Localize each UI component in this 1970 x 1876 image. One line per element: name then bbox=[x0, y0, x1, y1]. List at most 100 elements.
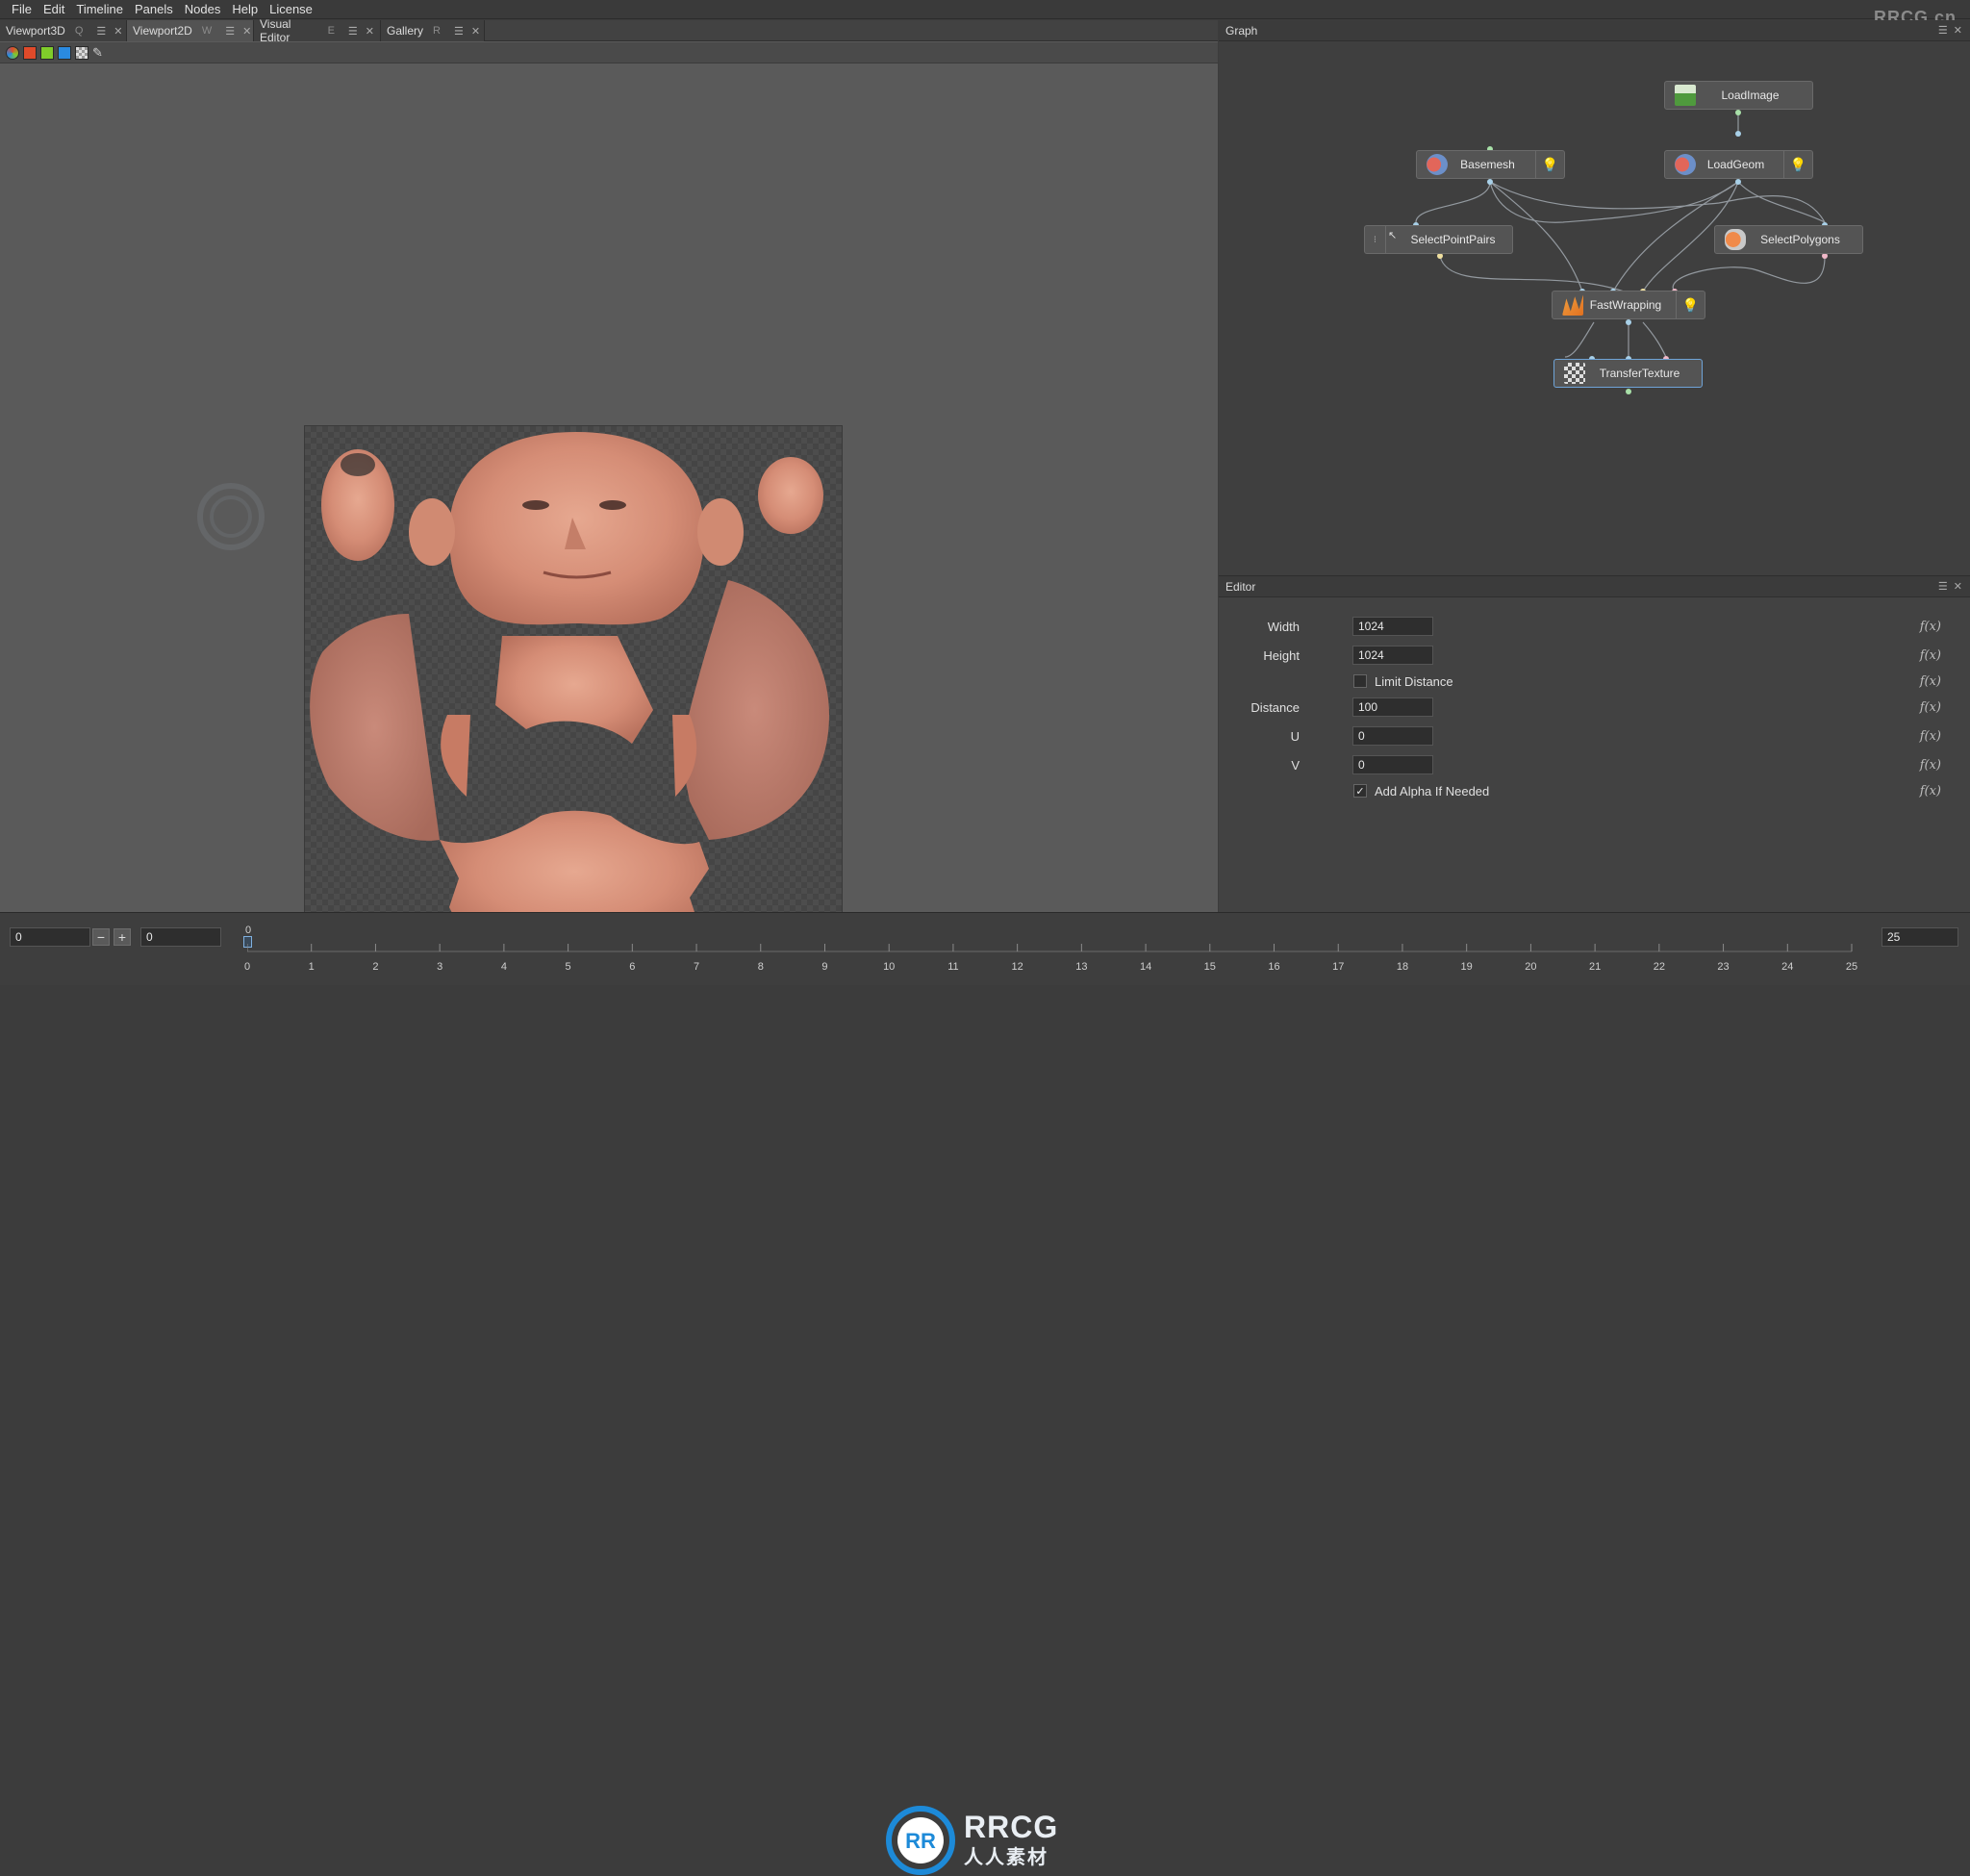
end-frame-input[interactable]: 25 bbox=[1882, 927, 1958, 947]
distance-row: Distance 100 f(x) bbox=[1219, 696, 1970, 719]
tab-menu-icon[interactable]: ☰ bbox=[225, 25, 235, 38]
add-alpha-checkbox[interactable]: ✓ bbox=[1353, 784, 1367, 798]
menu-file[interactable]: File bbox=[6, 2, 38, 16]
node-select-point-pairs[interactable]: ⁝ ↖ SelectPointPairs bbox=[1364, 225, 1513, 254]
close-icon[interactable]: ✕ bbox=[114, 25, 122, 38]
viewport-2d-canvas[interactable] bbox=[0, 64, 1218, 964]
watermark-logo bbox=[197, 483, 265, 550]
width-input[interactable]: 1024 bbox=[1352, 617, 1433, 636]
tab-menu-icon[interactable]: ☰ bbox=[96, 25, 106, 38]
ruler-tick-label: 6 bbox=[629, 961, 636, 973]
v-input[interactable]: 0 bbox=[1352, 755, 1433, 774]
visibility-bulb-icon[interactable]: 💡 bbox=[1535, 151, 1564, 178]
height-input[interactable]: 1024 bbox=[1352, 646, 1433, 665]
distance-label: Distance bbox=[1250, 699, 1300, 715]
menu-timeline[interactable]: Timeline bbox=[70, 2, 129, 16]
uv-texture-map bbox=[310, 432, 829, 946]
node-transfer-texture[interactable]: TransferTexture bbox=[1553, 359, 1703, 388]
fx-icon[interactable]: f(x) bbox=[1920, 729, 1941, 744]
tab-menu-icon[interactable]: ☰ bbox=[348, 25, 358, 38]
watermark-sub: 人人素材 bbox=[964, 1846, 1048, 1868]
polygon-select-icon bbox=[1725, 229, 1746, 250]
image-icon bbox=[1675, 85, 1696, 106]
panel-menu-icon[interactable]: ☰ bbox=[1938, 580, 1948, 593]
tab-menu-icon[interactable]: ☰ bbox=[454, 25, 464, 38]
fx-icon[interactable]: f(x) bbox=[1920, 674, 1941, 689]
close-icon[interactable]: ✕ bbox=[242, 25, 251, 38]
tab-viewport3d[interactable]: Viewport3D Q ☰ ✕ bbox=[0, 20, 127, 41]
close-icon[interactable]: ✕ bbox=[366, 25, 374, 38]
v-label: V bbox=[1291, 757, 1300, 773]
ruler-tick-label: 7 bbox=[693, 961, 700, 973]
tab-visual-editor[interactable]: Visual Editor E ☰ ✕ bbox=[254, 17, 381, 44]
ruler-tick-label: 9 bbox=[821, 961, 828, 973]
node-select-polygons[interactable]: SelectPolygons bbox=[1714, 225, 1863, 254]
node-load-geom[interactable]: LoadGeom 💡 bbox=[1664, 150, 1813, 179]
menu-help[interactable]: Help bbox=[226, 2, 264, 16]
u-label: U bbox=[1290, 728, 1300, 744]
ruler-tick-label: 23 bbox=[1717, 961, 1730, 973]
green-channel-button[interactable] bbox=[40, 45, 54, 60]
u-input[interactable]: 0 bbox=[1352, 726, 1433, 746]
fx-icon[interactable]: f(x) bbox=[1920, 784, 1941, 799]
node-label: SelectPointPairs bbox=[1410, 233, 1496, 246]
tab-viewport2d[interactable]: Viewport2D W ☰ ✕ bbox=[127, 20, 254, 41]
ruler-tick-label: 18 bbox=[1396, 961, 1409, 973]
node-label: SelectPolygons bbox=[1760, 233, 1840, 246]
menu-nodes[interactable]: Nodes bbox=[179, 2, 227, 16]
distance-input[interactable]: 100 bbox=[1352, 697, 1433, 717]
fx-icon[interactable]: f(x) bbox=[1920, 648, 1941, 663]
channel-rgb-icon[interactable] bbox=[6, 45, 19, 60]
ruler-tick-label: 1 bbox=[308, 961, 315, 973]
visibility-bulb-icon[interactable]: 💡 bbox=[1676, 292, 1705, 318]
node-label: Basemesh bbox=[1460, 158, 1515, 171]
node-fast-wrapping[interactable]: FastWrapping 💡 bbox=[1552, 291, 1705, 319]
fx-icon[interactable]: f(x) bbox=[1920, 700, 1941, 715]
limit-distance-label: Limit Distance bbox=[1375, 673, 1453, 689]
menu-edit[interactable]: Edit bbox=[38, 2, 70, 16]
eyedropper-icon[interactable]: ✎ bbox=[92, 45, 103, 61]
limit-distance-checkbox[interactable] bbox=[1353, 674, 1367, 688]
decrement-button[interactable]: − bbox=[92, 928, 110, 946]
ruler-tick-label: 21 bbox=[1588, 961, 1602, 973]
ruler-tick-label: 16 bbox=[1268, 961, 1280, 973]
tab-bar: Viewport3D Q ☰ ✕ Viewport2D W ☰ ✕ Visual E… bbox=[0, 17, 1218, 44]
watermark-brand: RRCG bbox=[964, 1809, 1059, 1844]
red-channel-button[interactable] bbox=[23, 45, 37, 60]
cursor-icon: ↖ bbox=[1388, 230, 1398, 241]
ruler-tick-label: 5 bbox=[565, 961, 571, 973]
node-basemesh[interactable]: Basemesh 💡 bbox=[1416, 150, 1565, 179]
node-load-image[interactable]: LoadImage bbox=[1664, 81, 1813, 110]
timeline-ruler[interactable]: 0 0 1 2 3 4 5 6 7 8 9 10 11 12 13 14 15 16 17 18 19 20 21 22 23… bbox=[243, 925, 1857, 973]
fx-icon[interactable]: f(x) bbox=[1920, 620, 1941, 634]
limit-distance-row: Limit Distance f(x) bbox=[1219, 670, 1970, 693]
menu-license[interactable]: License bbox=[264, 2, 318, 16]
ruler-tick-label: 8 bbox=[757, 961, 764, 973]
start-frame-input[interactable]: 0 bbox=[10, 927, 90, 947]
ruler-tick-label: 13 bbox=[1075, 961, 1088, 973]
viewport-toolbar: ✎ bbox=[0, 42, 1218, 63]
point-pairs-icon: ⁝ bbox=[1365, 226, 1386, 253]
blue-channel-button[interactable] bbox=[58, 45, 71, 60]
close-icon[interactable]: ✕ bbox=[1954, 580, 1962, 593]
increment-button[interactable]: + bbox=[114, 928, 131, 946]
ruler-tick-label: 2 bbox=[372, 961, 379, 973]
menu-panels[interactable]: Panels bbox=[129, 2, 179, 16]
node-label: FastWrapping bbox=[1589, 298, 1662, 312]
alpha-checker-button[interactable] bbox=[75, 45, 88, 60]
current-frame-input[interactable]: 0 bbox=[140, 927, 221, 947]
add-alpha-row: ✓ Add Alpha If Needed f(x) bbox=[1219, 779, 1970, 802]
height-row: Height 1024 f(x) bbox=[1219, 644, 1970, 667]
menu-bar: File Edit Timeline Panels Nodes Help Lic… bbox=[0, 0, 1970, 19]
ruler-tick-label: 20 bbox=[1525, 961, 1537, 973]
v-row: V 0 f(x) bbox=[1219, 753, 1970, 776]
tab-gallery[interactable]: Gallery R ☰ ✕ bbox=[381, 20, 485, 41]
close-icon[interactable]: ✕ bbox=[471, 25, 480, 38]
editor-title: Editor bbox=[1225, 579, 1256, 594]
ruler-tick-label: 0 bbox=[243, 961, 251, 973]
ruler-tick-label: 14 bbox=[1139, 961, 1152, 973]
fx-icon[interactable]: f(x) bbox=[1920, 758, 1941, 773]
visibility-bulb-icon[interactable]: 💡 bbox=[1783, 151, 1812, 178]
mesh-icon bbox=[1427, 154, 1448, 175]
bottom-watermark: RR RRCG 人人素材 bbox=[885, 1805, 1058, 1876]
